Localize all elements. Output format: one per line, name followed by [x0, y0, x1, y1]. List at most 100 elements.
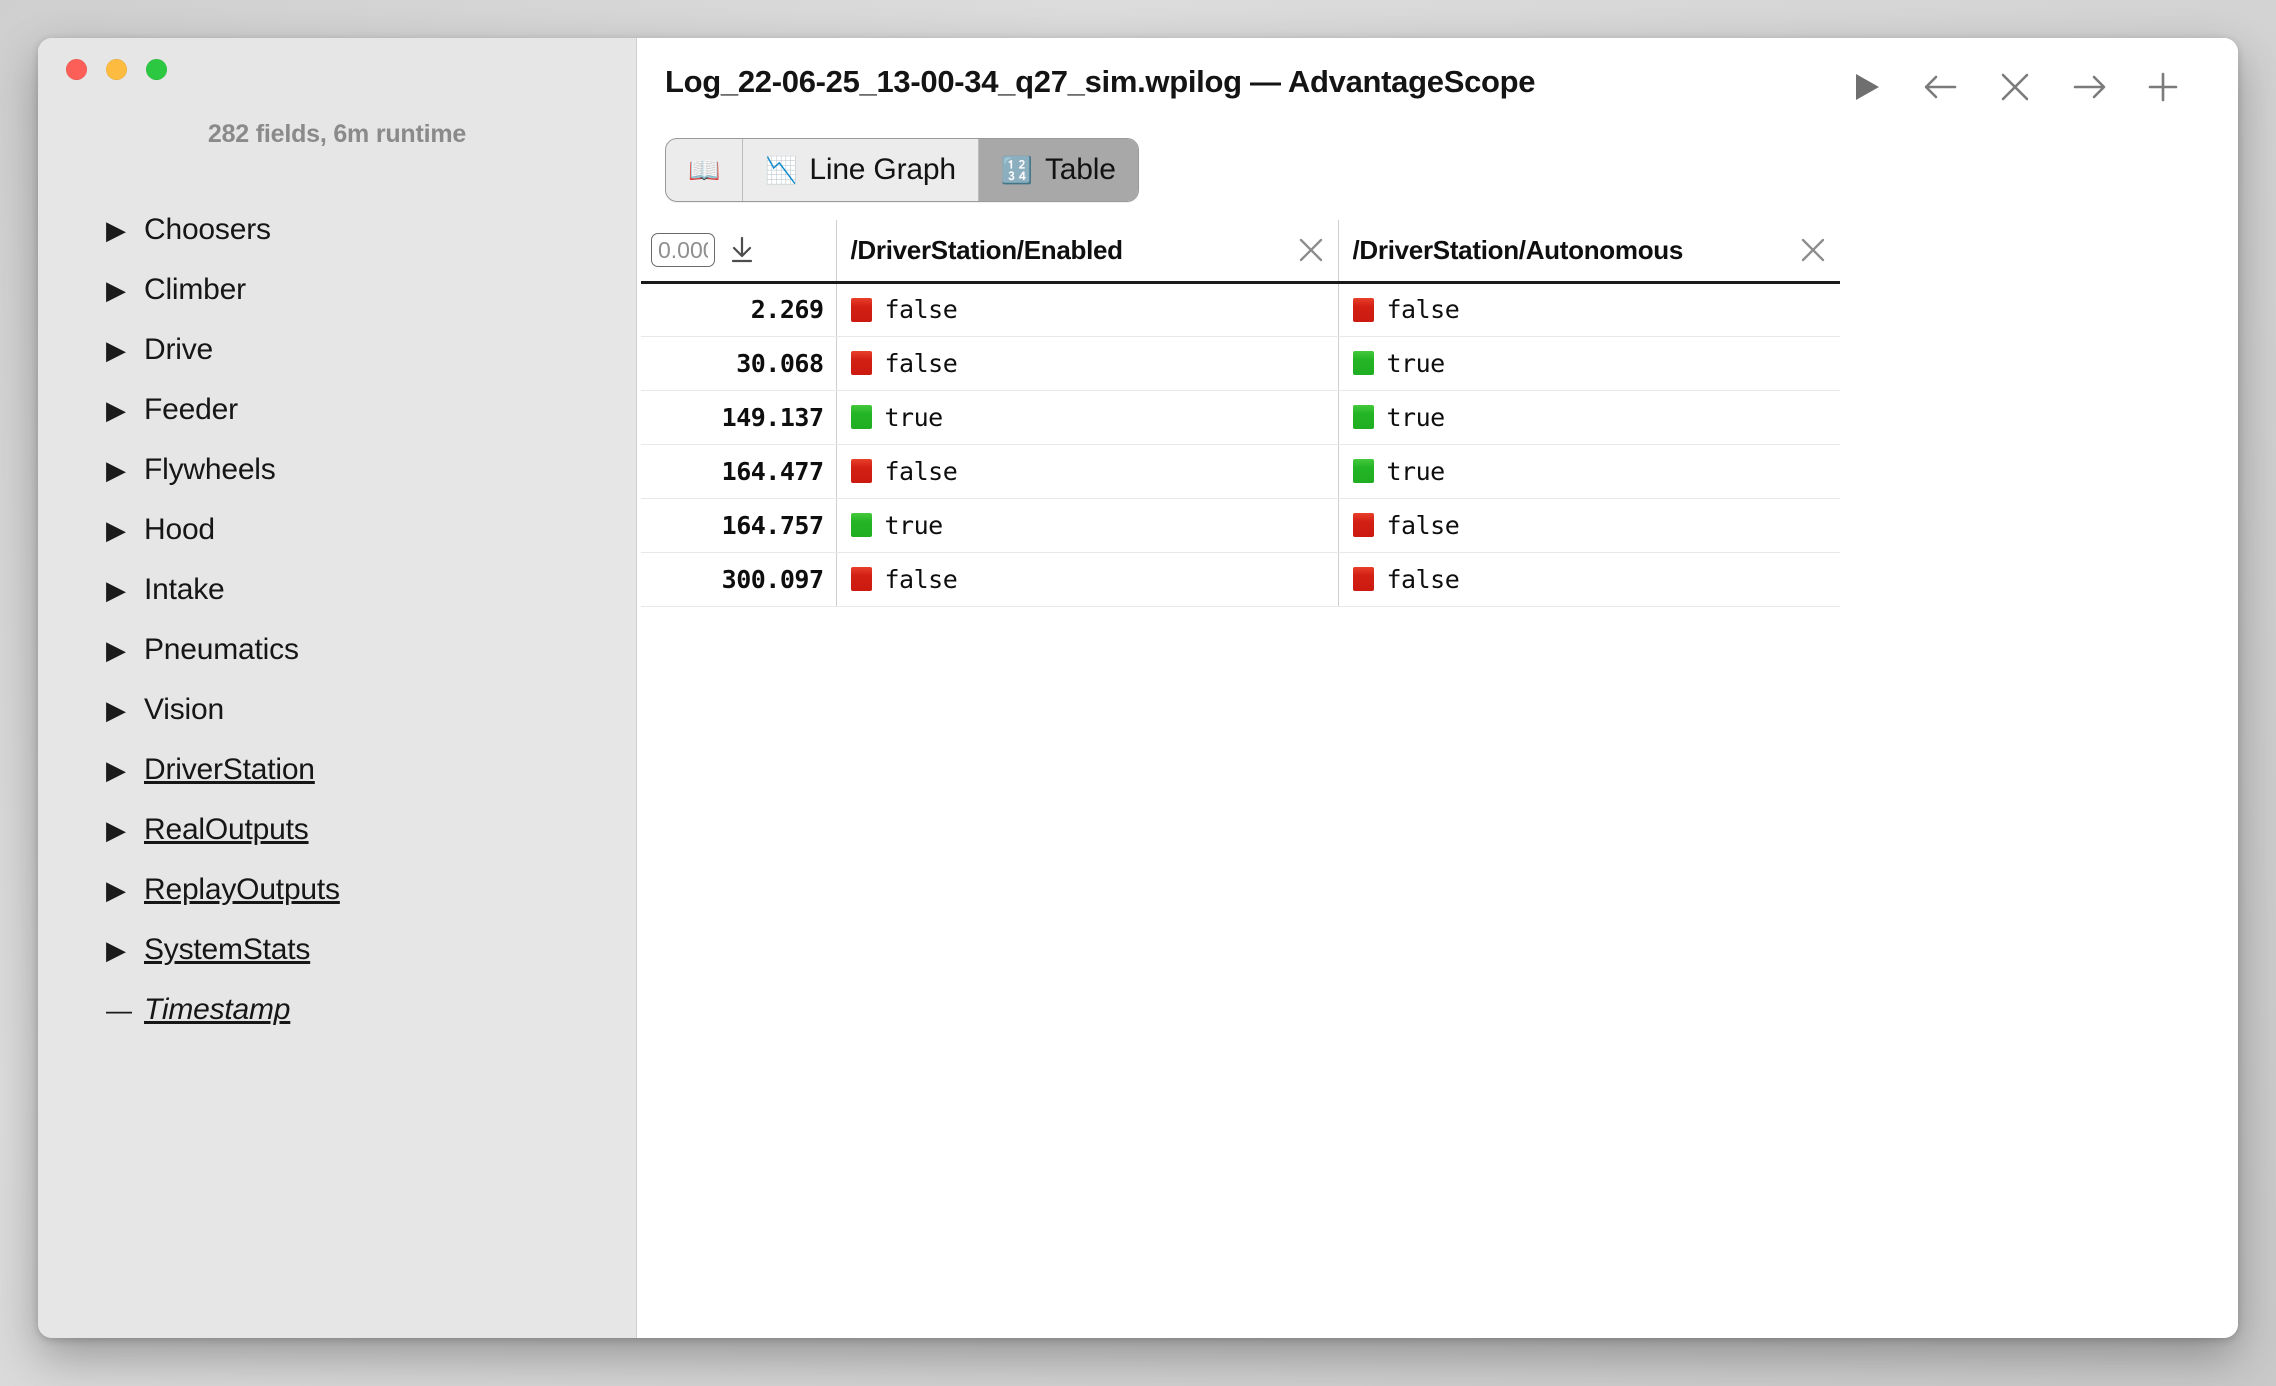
- true-swatch-icon: [1352, 405, 1374, 429]
- sidebar-item-feeder[interactable]: ▶ Feeder: [38, 380, 636, 440]
- sidebar-item-vision[interactable]: ▶ Vision: [38, 680, 636, 740]
- sidebar-item-timestamp[interactable]: — Timestamp: [38, 980, 636, 1040]
- chevron-right-icon[interactable]: ▶: [106, 337, 136, 363]
- timestamp-cell: 2.269: [641, 282, 837, 337]
- table-row[interactable]: 2.269 false false: [641, 282, 1840, 337]
- value-text: false: [884, 295, 958, 324]
- sidebar-item-label: Timestamp: [144, 993, 291, 1026]
- close-x-icon: [1998, 70, 2032, 104]
- sidebar-item-realoutputs[interactable]: ▶ RealOutputs: [38, 800, 636, 860]
- table-row[interactable]: 164.757 true false: [641, 498, 1840, 553]
- table-row[interactable]: 30.068 false true: [641, 336, 1840, 391]
- field-tree: ▶ Choosers ▶ Climber ▶ Drive ▶ Feeder ▶ Flywheels…: [38, 200, 636, 1040]
- table-body: 2.269 false false 30.068 false true 149.137 tru…: [641, 282, 1840, 607]
- sidebar-item-replayoutputs[interactable]: ▶ ReplayOutputs: [38, 860, 636, 920]
- view-tabbar: 📖 📉 Line Graph 🔢 Table: [665, 138, 1139, 202]
- field-column-header-1: /DriverStation/Autonomous: [1338, 220, 1840, 284]
- value-cell: false: [836, 336, 1339, 391]
- dash-icon[interactable]: —: [106, 997, 136, 1023]
- chevron-right-icon[interactable]: ▶: [106, 937, 136, 963]
- sidebar-item-label: DriverStation: [144, 753, 315, 786]
- sidebar-item-label: RealOutputs: [144, 813, 309, 846]
- sidebar-item-label: SystemStats: [144, 933, 311, 966]
- sidebar: 282 fields, 6m runtime ▶ Choosers ▶ Climber…: [38, 38, 637, 1338]
- table-row[interactable]: 300.097 false false: [641, 552, 1840, 607]
- timestamp-input[interactable]: [651, 233, 715, 268]
- sidebar-item-systemstats[interactable]: ▶ SystemStats: [38, 920, 636, 980]
- timestamp-cell: 300.097: [641, 552, 837, 607]
- sidebar-item-intake[interactable]: ▶ Intake: [38, 560, 636, 620]
- value-cell: false: [836, 552, 1339, 607]
- add-tab-button[interactable]: [2126, 56, 2200, 118]
- tab-documentation[interactable]: 📖: [666, 139, 742, 201]
- field-column-label: /DriverStation/Enabled: [850, 234, 1123, 265]
- close-window-button[interactable]: [66, 59, 87, 80]
- sidebar-item-climber[interactable]: ▶ Climber: [38, 260, 636, 320]
- chevron-right-icon[interactable]: ▶: [106, 817, 136, 843]
- value-text: false: [1386, 295, 1460, 324]
- sidebar-item-label: ReplayOutputs: [144, 873, 340, 906]
- value-text: false: [884, 564, 958, 594]
- value-cell: true: [1338, 390, 1840, 445]
- arrow-right-icon: [2070, 70, 2108, 104]
- chevron-right-icon[interactable]: ▶: [106, 877, 136, 903]
- value-text: true: [1386, 402, 1446, 432]
- value-text: false: [1386, 510, 1460, 540]
- table-head: /DriverStation/Enabled /DriverStati: [641, 220, 1840, 284]
- table-container: /DriverStation/Enabled /DriverStati: [641, 220, 1840, 607]
- chevron-right-icon[interactable]: ▶: [106, 637, 136, 663]
- sidebar-item-label: Choosers: [144, 213, 271, 246]
- next-button[interactable]: [2052, 56, 2126, 118]
- chevron-right-icon[interactable]: ▶: [106, 217, 136, 243]
- sidebar-item-pneumatics[interactable]: ▶ Pneumatics: [38, 620, 636, 680]
- remove-field-button-1[interactable]: [1796, 233, 1830, 267]
- chevron-right-icon[interactable]: ▶: [106, 277, 136, 303]
- chevron-right-icon[interactable]: ▶: [106, 397, 136, 423]
- log-summary-text: 282 fields, 6m runtime: [207, 120, 467, 148]
- table-row[interactable]: 149.137 true true: [641, 390, 1840, 445]
- false-swatch-icon: [850, 297, 872, 322]
- tab-table[interactable]: 🔢 Table: [977, 139, 1138, 201]
- previous-button[interactable]: [1904, 56, 1978, 118]
- true-swatch-icon: [850, 405, 872, 429]
- zoom-window-button[interactable]: [146, 59, 167, 80]
- value-text: true: [1386, 456, 1446, 486]
- false-swatch-icon: [1352, 567, 1374, 591]
- sidebar-item-drive[interactable]: ▶ Drive: [38, 320, 636, 380]
- tab-line-graph[interactable]: 📉 Line Graph: [742, 139, 978, 201]
- sidebar-item-hood[interactable]: ▶ Hood: [38, 500, 636, 560]
- arrow-left-icon: [1922, 70, 1960, 104]
- chevron-right-icon[interactable]: ▶: [106, 697, 136, 723]
- play-icon: [1852, 71, 1882, 103]
- false-swatch-icon: [1352, 513, 1374, 537]
- log-table: /DriverStation/Enabled /DriverStati: [641, 220, 1840, 607]
- value-cell: true: [836, 498, 1339, 553]
- play-button[interactable]: [1830, 56, 1904, 118]
- sidebar-item-choosers[interactable]: ▶ Choosers: [38, 200, 636, 260]
- value-cell: false: [1338, 498, 1840, 553]
- table-header-row: /DriverStation/Enabled /DriverStati: [641, 220, 1840, 284]
- sidebar-item-flywheels[interactable]: ▶ Flywheels: [38, 440, 636, 500]
- value-cell: false: [836, 282, 1339, 337]
- chevron-right-icon[interactable]: ▶: [106, 457, 136, 483]
- timestamp-cell: 164.477: [641, 444, 837, 499]
- jump-to-bottom-icon[interactable]: [725, 233, 759, 267]
- table-row[interactable]: 164.477 false true: [641, 444, 1840, 499]
- minimize-window-button[interactable]: [106, 59, 127, 80]
- chevron-right-icon[interactable]: ▶: [106, 757, 136, 783]
- field-column-header-0: /DriverStation/Enabled: [836, 220, 1339, 284]
- field-column-label: /DriverStation/Autonomous: [1352, 234, 1684, 265]
- true-swatch-icon: [1352, 351, 1374, 375]
- app-window: 282 fields, 6m runtime ▶ Choosers ▶ Climber…: [38, 38, 2238, 1338]
- sidebar-item-label: Drive: [144, 333, 214, 366]
- false-swatch-icon: [850, 567, 872, 591]
- chevron-right-icon[interactable]: ▶: [106, 577, 136, 603]
- close-tab-button[interactable]: [1978, 56, 2052, 118]
- remove-field-button-0[interactable]: [1294, 233, 1328, 267]
- value-cell: true: [1338, 336, 1840, 391]
- chevron-right-icon[interactable]: ▶: [106, 517, 136, 543]
- timestamp-cell: 164.757: [641, 498, 837, 553]
- false-swatch-icon: [850, 459, 872, 483]
- sidebar-item-driverstation[interactable]: ▶ DriverStation: [38, 740, 636, 800]
- sidebar-item-label: Intake: [144, 573, 225, 606]
